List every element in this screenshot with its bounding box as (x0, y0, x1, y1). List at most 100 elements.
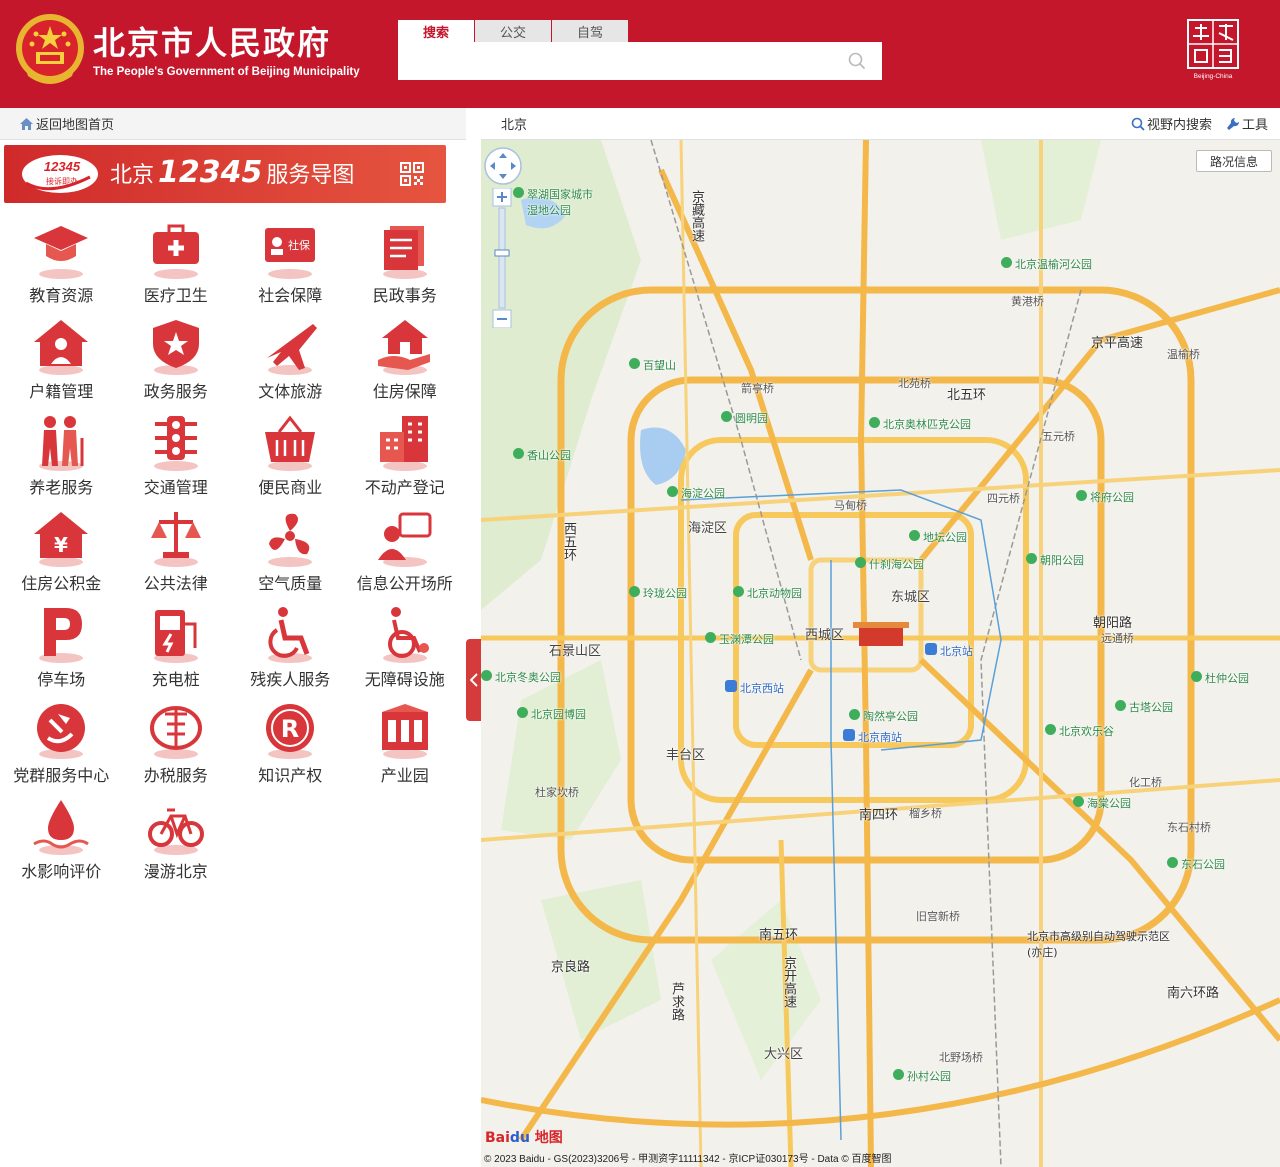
service-item[interactable]: 医疗卫生 (119, 220, 234, 316)
service-item[interactable]: 教育资源 (4, 220, 119, 316)
traffic-info-button[interactable]: 路况信息 (1196, 150, 1272, 172)
tab-drive[interactable]: 自驾 (552, 20, 628, 42)
map-label-park[interactable]: 东石公园 (1167, 856, 1225, 872)
tab-search[interactable]: 搜索 (398, 20, 474, 42)
search-icon[interactable] (848, 52, 866, 70)
map-canvas[interactable]: 海淀区 西城区 东城区 石景山区 丰台区 大兴区 朝阳路 北五环 南四环 南五环… (481, 140, 1280, 1167)
map-label-station[interactable]: 北京西站 (725, 680, 784, 696)
service-item[interactable]: 办税服务 (119, 700, 234, 796)
tools-button[interactable]: 工具 (1226, 114, 1268, 133)
service-item[interactable]: 水影响评价 (4, 796, 119, 892)
map-label-park[interactable]: 将府公园 (1076, 489, 1134, 505)
service-item[interactable]: 住房保障 (348, 316, 463, 412)
service-item[interactable]: 无障碍设施 (348, 604, 463, 700)
map-label-bridge[interactable]: 黄港桥 (1011, 293, 1044, 309)
tab-bus[interactable]: 公交 (475, 20, 551, 42)
service-item[interactable]: 养老服务 (4, 412, 119, 508)
back-to-map-home-link[interactable]: 返回地图首页 (36, 114, 114, 133)
map-label-park[interactable]: 北京冬奥公园 (481, 669, 561, 685)
map-label-park[interactable]: 北京动物园 (733, 585, 802, 601)
service-item[interactable]: 民政事务 (348, 220, 463, 316)
service-item[interactable]: 空气质量 (233, 508, 348, 604)
map-label-bridge[interactable]: 旧宫新桥 (916, 908, 960, 924)
map-label-bridge[interactable]: 化工桥 (1129, 774, 1162, 790)
map-label-haidian[interactable]: 海淀区 (688, 517, 727, 536)
map-label-bridge[interactable]: 北苑桥 (898, 375, 931, 391)
service-item[interactable]: 残疾人服务 (233, 604, 348, 700)
map-label-park[interactable]: 玲珑公园 (629, 585, 687, 601)
map-label-park[interactable]: 陶然亭公园 (849, 708, 918, 724)
service-item[interactable]: 不动产登记 (348, 412, 463, 508)
map-label-bridge[interactable]: 马甸桥 (834, 497, 867, 513)
service-item[interactable]: 信息公开场所 (348, 508, 463, 604)
map-label-bridge[interactable]: 杜家坎桥 (535, 784, 579, 800)
service-item[interactable]: 公共法律 (119, 508, 234, 604)
map-label-park[interactable]: 北京园博园 (517, 706, 586, 722)
map-label-jingliang[interactable]: 京良路 (551, 956, 590, 975)
map-label-park[interactable]: 海淀公园 (667, 485, 725, 501)
map-label-station[interactable]: 北京南站 (843, 729, 902, 745)
map-label-luqiu[interactable]: 芦求路 (667, 982, 686, 1021)
map-label-south6[interactable]: 南六环路 (1167, 982, 1219, 1001)
qr-code-icon[interactable] (400, 162, 424, 186)
map-label-park[interactable]: 海棠公园 (1073, 795, 1131, 811)
service-item[interactable]: 政务服务 (119, 316, 234, 412)
service-label: 办税服务 (143, 766, 208, 785)
map-label-bridge[interactable]: 五元桥 (1042, 428, 1075, 444)
map-label-xiwuhuan[interactable]: 西五环 (559, 522, 578, 561)
collapse-panel-button[interactable] (466, 639, 481, 721)
map-label-shijingshan[interactable]: 石景山区 (549, 640, 601, 659)
map-label-daxing[interactable]: 大兴区 (764, 1043, 803, 1062)
service-item[interactable]: 产业园 (348, 700, 463, 796)
service-item[interactable]: 社保 社会保障 (233, 220, 348, 316)
map-label-bridge[interactable]: 北野场桥 (939, 1049, 983, 1065)
map-label-chaoyang-road[interactable]: 朝阳路 (1093, 612, 1132, 631)
map-label-bridge[interactable]: 四元桥 (987, 490, 1020, 506)
map-label-park[interactable]: 北京温榆河公园 (1001, 256, 1092, 272)
map-label-south5[interactable]: 南五环 (759, 924, 798, 943)
service-item[interactable]: 充电桩 (119, 604, 234, 700)
map-label-bridge[interactable]: 榴乡桥 (909, 805, 942, 821)
map-label-park[interactable]: 地坛公园 (909, 529, 967, 545)
map-label-park[interactable]: 北京欢乐谷 (1045, 723, 1114, 739)
map-label-station[interactable]: 北京站 (925, 643, 973, 659)
service-item[interactable]: ¥ 住房公积金 (4, 508, 119, 604)
map-label-bridge[interactable]: 温榆桥 (1167, 346, 1200, 362)
map-label-bridge[interactable]: 远通桥 (1101, 630, 1134, 646)
zoom-control[interactable] (492, 188, 512, 328)
service-item[interactable]: R 知识产权 (233, 700, 348, 796)
map-label-park[interactable]: 香山公园 (513, 447, 571, 463)
service-item[interactable]: 漫游北京 (119, 796, 234, 892)
service-item[interactable]: 文体旅游 (233, 316, 348, 412)
map-label-park[interactable]: 北京奥林匹克公园 (869, 416, 971, 432)
map-label-park[interactable]: 圆明园 (721, 410, 768, 426)
map-label-park[interactable]: 玉渊潭公园 (705, 631, 774, 647)
map-label-bridge[interactable]: 东石村桥 (1167, 819, 1211, 835)
current-city[interactable]: 北京 (501, 114, 527, 133)
map-label-fengtai[interactable]: 丰台区 (666, 744, 705, 763)
map-label-jingping[interactable]: 京平高速 (1091, 332, 1143, 351)
pan-control[interactable] (483, 146, 523, 186)
search-input[interactable] (398, 42, 828, 80)
map-label-jingkai[interactable]: 京开高速 (779, 956, 798, 1008)
map-label-south4[interactable]: 南四环 (859, 804, 898, 823)
map-label-park[interactable]: 孙村公园 (893, 1068, 951, 1084)
service-item[interactable]: 便民商业 (233, 412, 348, 508)
service-item[interactable]: 交通管理 (119, 412, 234, 508)
service-item[interactable]: 户籍管理 (4, 316, 119, 412)
map-label-bridge[interactable]: 箭亭桥 (741, 380, 774, 396)
map-label-park[interactable]: 什刹海公园 (855, 556, 924, 572)
map-label-jingzang[interactable]: 京藏高速 (687, 190, 706, 242)
map-label-park[interactable]: 朝阳公园 (1026, 552, 1084, 568)
map-label-park[interactable]: 古塔公园 (1115, 699, 1173, 715)
service-item[interactable]: 党群服务中心 (4, 700, 119, 796)
map-label-xicheng[interactable]: 西城区 (805, 624, 844, 643)
map-label-park[interactable]: 翠湖国家城市湿地公园 (513, 186, 603, 218)
map-label-park[interactable]: 百望山 (629, 357, 676, 373)
map-label-autonomous-zone[interactable]: 北京市高级别自动驾驶示范区(亦庄) (1027, 928, 1177, 960)
map-label-north5[interactable]: 北五环 (947, 384, 986, 403)
search-in-view-button[interactable]: 视野内搜索 (1131, 114, 1212, 133)
service-item[interactable]: 停车场 (4, 604, 119, 700)
map-label-park[interactable]: 杜仲公园 (1191, 670, 1249, 686)
map-label-dongcheng[interactable]: 东城区 (891, 586, 930, 605)
